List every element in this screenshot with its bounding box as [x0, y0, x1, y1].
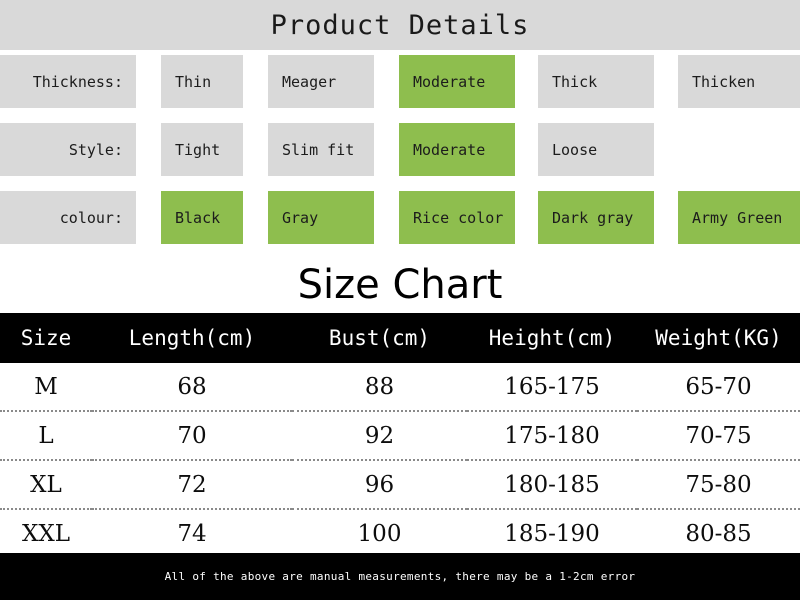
option-thickness-thin[interactable]: Thin [161, 55, 243, 108]
table-row: XXL 74 100 185-190 80-85 [0, 509, 800, 557]
option-colour-black[interactable]: Black [161, 191, 243, 244]
cell-size: L [0, 411, 92, 461]
attribute-label-thickness: Thickness: [0, 55, 136, 108]
size-chart-table-body: M 68 88 165-175 65-70 L 70 92 175-180 70… [0, 363, 800, 557]
option-style-moderate[interactable]: Moderate [399, 123, 515, 176]
page-title: Product Details [270, 9, 530, 41]
size-chart-table: Size Length(cm) Bust(cm) Height(cm) Weig… [0, 313, 800, 557]
cell-length: 72 [92, 460, 292, 510]
cell-size: XXL [0, 509, 92, 557]
cell-length: 68 [92, 363, 292, 412]
option-thickness-thicken[interactable]: Thicken [678, 55, 800, 108]
size-chart-title: Size Chart [297, 262, 503, 308]
option-colour-dark-gray[interactable]: Dark gray [538, 191, 654, 244]
column-header-length: Length(cm) [92, 313, 292, 363]
table-row: M 68 88 165-175 65-70 [0, 363, 800, 412]
attribute-row-colour: colour: Black Gray Rice color Dark gray … [0, 191, 800, 259]
option-style-slim-fit[interactable]: Slim fit [268, 123, 374, 176]
option-style-loose[interactable]: Loose [538, 123, 654, 176]
size-chart-table-head: Size Length(cm) Bust(cm) Height(cm) Weig… [0, 313, 800, 363]
attribute-row-thickness: Thickness: Thin Meager Moderate Thick Th… [0, 55, 800, 123]
option-colour-gray[interactable]: Gray [268, 191, 374, 244]
attribute-label-colour: colour: [0, 191, 136, 244]
cell-weight: 80-85 [637, 509, 800, 557]
cell-size: M [0, 363, 92, 412]
option-style-tight[interactable]: Tight [161, 123, 243, 176]
cell-height: 165-175 [467, 363, 637, 412]
option-thickness-moderate[interactable]: Moderate [399, 55, 515, 108]
product-details-page: Product Details Thickness: Thin Meager M… [0, 0, 800, 600]
column-header-size: Size [0, 313, 92, 363]
table-row: XL 72 96 180-185 75-80 [0, 460, 800, 510]
cell-height: 180-185 [467, 460, 637, 510]
table-row: L 70 92 175-180 70-75 [0, 411, 800, 461]
cell-weight: 75-80 [637, 460, 800, 510]
measurement-disclaimer: All of the above are manual measurements… [0, 553, 800, 600]
cell-bust: 96 [292, 460, 467, 510]
cell-height: 185-190 [467, 509, 637, 557]
cell-bust: 92 [292, 411, 467, 461]
cell-height: 175-180 [467, 411, 637, 461]
attribute-label-style: Style: [0, 123, 136, 176]
column-header-weight: Weight(KG) [637, 313, 800, 363]
cell-weight: 70-75 [637, 411, 800, 461]
product-details-banner: Product Details [0, 0, 800, 50]
cell-length: 74 [92, 509, 292, 557]
cell-weight: 65-70 [637, 363, 800, 412]
option-colour-rice-color[interactable]: Rice color [399, 191, 515, 244]
attribute-row-style: Style: Tight Slim fit Moderate Loose [0, 123, 800, 191]
column-header-bust: Bust(cm) [292, 313, 467, 363]
cell-bust: 88 [292, 363, 467, 412]
attribute-rows: Thickness: Thin Meager Moderate Thick Th… [0, 55, 800, 259]
cell-length: 70 [92, 411, 292, 461]
cell-size: XL [0, 460, 92, 510]
option-thickness-meager[interactable]: Meager [268, 55, 374, 108]
column-header-height: Height(cm) [467, 313, 637, 363]
option-thickness-thick[interactable]: Thick [538, 55, 654, 108]
option-colour-army-green[interactable]: Army Green [678, 191, 800, 244]
cell-bust: 100 [292, 509, 467, 557]
table-header-row: Size Length(cm) Bust(cm) Height(cm) Weig… [0, 313, 800, 363]
